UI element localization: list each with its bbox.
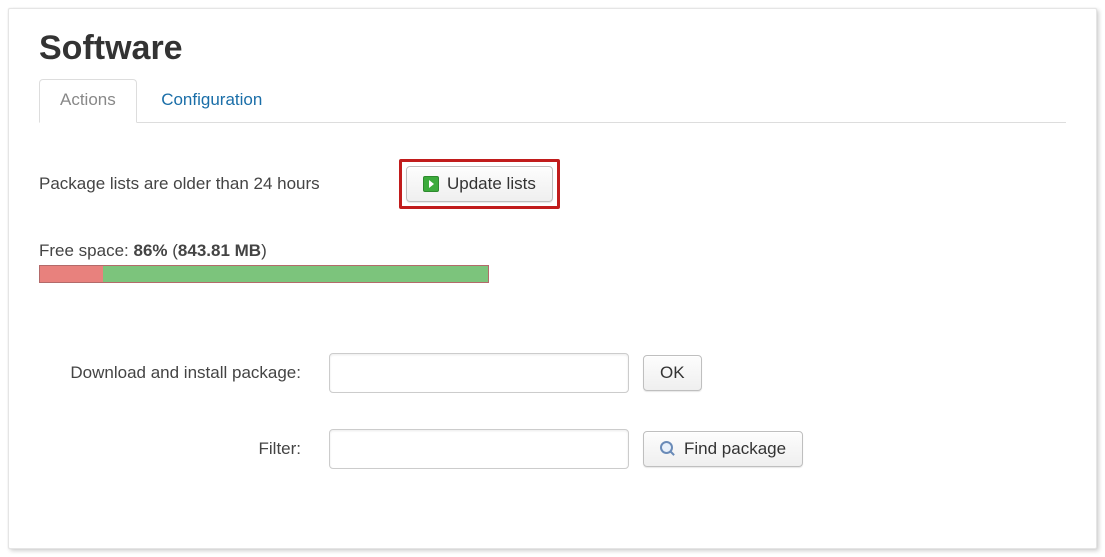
free-space-open: (	[168, 241, 178, 260]
free-space-prefix: Free space:	[39, 241, 134, 260]
filter-input[interactable]	[329, 429, 629, 469]
download-label: Download and install package:	[39, 363, 329, 383]
free-space-percent: 86%	[134, 241, 168, 260]
filter-label: Filter:	[39, 439, 329, 459]
update-lists-label: Update lists	[447, 174, 536, 194]
reload-icon	[423, 176, 439, 192]
highlight-marker: Update lists	[399, 159, 560, 209]
package-list-status-text: Package lists are older than 24 hours	[39, 174, 399, 194]
ok-button-label: OK	[660, 363, 685, 383]
disk-used-segment	[40, 266, 103, 282]
find-package-label: Find package	[684, 439, 786, 459]
tab-bar: Actions Configuration	[39, 78, 1066, 123]
free-space-size: 843.81 MB	[178, 241, 261, 260]
page-title: Software	[39, 29, 1066, 68]
package-list-status-row: Package lists are older than 24 hours Up…	[39, 159, 1066, 209]
download-package-input[interactable]	[329, 353, 629, 393]
search-icon	[660, 441, 676, 457]
ok-button[interactable]: OK	[643, 355, 702, 391]
disk-usage-bar	[39, 265, 489, 283]
find-package-button[interactable]: Find package	[643, 431, 803, 467]
software-panel: Software Actions Configuration Package l…	[8, 8, 1097, 549]
download-row: Download and install package: OK	[39, 353, 1066, 393]
filter-row: Filter: Find package	[39, 429, 1066, 469]
disk-free-segment	[103, 266, 488, 282]
free-space-label: Free space: 86% (843.81 MB)	[39, 241, 1066, 261]
free-space-close: )	[261, 241, 267, 260]
tab-actions[interactable]: Actions	[39, 79, 137, 123]
tab-actions-label: Actions	[60, 90, 116, 109]
update-lists-button[interactable]: Update lists	[406, 166, 553, 202]
tab-configuration[interactable]: Configuration	[141, 80, 282, 122]
tab-configuration-label: Configuration	[161, 90, 262, 109]
